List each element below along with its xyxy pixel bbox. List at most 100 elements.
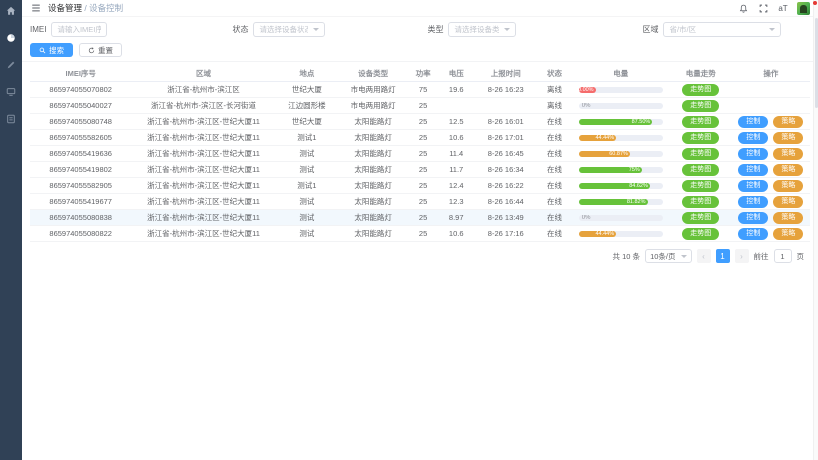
strategy-button[interactable]: 策略 xyxy=(773,196,803,208)
sidebar-item-home[interactable] xyxy=(3,4,19,20)
trend-chart-button[interactable]: 走势图 xyxy=(682,212,719,224)
place-cell: 测试 xyxy=(276,196,338,207)
region-cell: 浙江省-杭州市-滨江区 xyxy=(131,84,275,95)
voltage-cell: 10.6 xyxy=(438,229,475,238)
prev-page-button[interactable]: ‹ xyxy=(697,249,711,263)
table-row[interactable]: 865974055419802浙江省-杭州市-滨江区-世纪大厦11测试太阳能路灯… xyxy=(30,162,810,178)
trend-chart-button[interactable]: 走势图 xyxy=(682,196,719,208)
trend-chart-button[interactable]: 走势图 xyxy=(682,164,719,176)
trend-chart-button[interactable]: 走势图 xyxy=(682,84,719,96)
control-button[interactable]: 控制 xyxy=(738,148,768,160)
status-select[interactable]: 请选择设备状态 xyxy=(253,22,325,37)
strategy-button[interactable]: 策略 xyxy=(773,116,803,128)
imei-input[interactable] xyxy=(51,22,107,37)
status-cell: 在线 xyxy=(537,212,572,223)
column-header-actions: 操作 xyxy=(732,68,810,79)
strategy-button[interactable]: 策略 xyxy=(773,164,803,176)
region-cell: 浙江省-杭州市-滨江区-世纪大厦11 xyxy=(131,116,275,127)
column-header-voltage: 电压 xyxy=(438,68,475,79)
battery-percent-label: 87.50% xyxy=(632,119,651,125)
imei-cell: 865974055582905 xyxy=(30,181,131,190)
sidebar-item-edit[interactable] xyxy=(3,58,19,74)
table-row[interactable]: 865974055040027浙江省-杭州市-滨江区-长河街道江边圆形楼市电两用… xyxy=(30,98,810,114)
goto-page-input[interactable]: 1 xyxy=(774,249,792,263)
breadcrumb-section[interactable]: 设备管理 xyxy=(48,3,82,13)
status-cell: 离线 xyxy=(537,84,572,95)
table-row[interactable]: 865974055080822浙江省-杭州市-滨江区-世纪大厦11测试太阳能路灯… xyxy=(30,226,810,242)
pagination: 共 10 条 10条/页 ‹ 1 › 前往 1 页 xyxy=(22,242,818,263)
type-select[interactable]: 请选择设备类型 xyxy=(448,22,516,37)
battery-bar: 87.50% xyxy=(579,119,663,125)
strategy-button[interactable]: 策略 xyxy=(773,212,803,224)
control-button[interactable]: 控制 xyxy=(738,180,768,192)
trend-chart-button[interactable]: 走势图 xyxy=(682,132,719,144)
time-cell: 8-26 16:45 xyxy=(475,149,537,158)
battery-cell: 0% xyxy=(572,103,670,109)
avatar[interactable] xyxy=(797,2,810,15)
type-cell: 太阳能路灯 xyxy=(338,116,408,127)
search-button[interactable]: 搜索 xyxy=(30,43,73,57)
table-row[interactable]: 865974055419636浙江省-杭州市-滨江区-世纪大厦11测试太阳能路灯… xyxy=(30,146,810,162)
table-row[interactable]: 865974055080838浙江省-杭州市-滨江区-世纪大厦11测试太阳能路灯… xyxy=(30,210,810,226)
place-cell: 测试 xyxy=(276,228,338,239)
power-cell: 25 xyxy=(408,133,438,142)
actions-cell: 控制策略 xyxy=(732,180,810,192)
font-size-icon[interactable]: aT xyxy=(777,2,789,14)
trend-chart-button[interactable]: 走势图 xyxy=(682,180,719,192)
trend-chart-button[interactable]: 走势图 xyxy=(682,100,719,112)
table-row[interactable]: 865974055419677浙江省-杭州市-滨江区-世纪大厦11测试太阳能路灯… xyxy=(30,194,810,210)
next-page-button[interactable]: › xyxy=(735,249,749,263)
strategy-button[interactable]: 策略 xyxy=(773,148,803,160)
trend-cell: 走势图 xyxy=(670,116,732,128)
trend-chart-button[interactable]: 走势图 xyxy=(682,148,719,160)
page-size-label: 10条/页 xyxy=(650,251,675,262)
table-row[interactable]: 865974055582905浙江省-杭州市-滨江区-世纪大厦11测试1太阳能路… xyxy=(30,178,810,194)
battery-bar-fill: 75% xyxy=(579,167,642,173)
place-cell: 江边圆形楼 xyxy=(276,100,338,111)
time-cell: 8-26 16:01 xyxy=(475,117,537,126)
control-button[interactable]: 控制 xyxy=(738,228,768,240)
trend-chart-button[interactable]: 走势图 xyxy=(682,116,719,128)
region-cell: 浙江省-杭州市-滨江区-世纪大厦11 xyxy=(131,180,275,191)
reset-button[interactable]: 重置 xyxy=(79,43,122,57)
control-button[interactable]: 控制 xyxy=(738,132,768,144)
region-select[interactable]: 省/市/区 xyxy=(663,22,781,37)
battery-percent-label: 0% xyxy=(582,215,591,221)
region-cell: 浙江省-杭州市-滨江区-世纪大厦11 xyxy=(131,228,275,239)
strategy-button[interactable]: 策略 xyxy=(773,132,803,144)
battery-cell: 60.87% xyxy=(572,151,670,157)
battery-bar-fill: 87.50% xyxy=(579,119,653,125)
imei-cell: 865974055070802 xyxy=(30,85,131,94)
control-button[interactable]: 控制 xyxy=(738,212,768,224)
power-cell: 25 xyxy=(408,165,438,174)
page-1-button[interactable]: 1 xyxy=(716,249,730,263)
sidebar-fold-icon[interactable] xyxy=(30,2,42,14)
column-header-place: 地点 xyxy=(276,68,338,79)
sidebar-item-dashboard[interactable] xyxy=(3,31,19,47)
column-header-battery: 电量 xyxy=(572,68,670,79)
table-row[interactable]: 865974055070802浙江省-杭州市-滨江区世纪大厦市电两用路灯7519… xyxy=(30,82,810,98)
table-row[interactable]: 865974055080748浙江省-杭州市-滨江区-世纪大厦11世纪大厦太阳能… xyxy=(30,114,810,130)
battery-bar: 44.44% xyxy=(579,135,663,141)
voltage-cell: 10.6 xyxy=(438,133,475,142)
control-button[interactable]: 控制 xyxy=(738,164,768,176)
page-size-select[interactable]: 10条/页 xyxy=(645,249,691,263)
strategy-button[interactable]: 策略 xyxy=(773,180,803,192)
table-body: 865974055070802浙江省-杭州市-滨江区世纪大厦市电两用路灯7519… xyxy=(30,82,810,242)
search-button-label: 搜索 xyxy=(49,45,64,56)
strategy-button[interactable]: 策略 xyxy=(773,228,803,240)
control-button[interactable]: 控制 xyxy=(738,116,768,128)
trend-chart-button[interactable]: 走势图 xyxy=(682,228,719,240)
bell-icon[interactable] xyxy=(737,2,749,14)
actions-cell: 控制策略 xyxy=(732,148,810,160)
battery-bar: 60.87% xyxy=(579,151,663,157)
sidebar-item-monitor[interactable] xyxy=(3,85,19,101)
region-cell: 浙江省-杭州市-滨江区-世纪大厦11 xyxy=(131,164,275,175)
control-button[interactable]: 控制 xyxy=(738,196,768,208)
fullscreen-icon[interactable] xyxy=(757,2,769,14)
status-cell: 在线 xyxy=(537,148,572,159)
sidebar-item-list[interactable] xyxy=(3,112,19,128)
region-cell: 浙江省-杭州市-滨江区-世纪大厦11 xyxy=(131,196,275,207)
table-row[interactable]: 865974055582605浙江省-杭州市-滨江区-世纪大厦11测试1太阳能路… xyxy=(30,130,810,146)
page-scrollbar[interactable] xyxy=(813,0,818,460)
